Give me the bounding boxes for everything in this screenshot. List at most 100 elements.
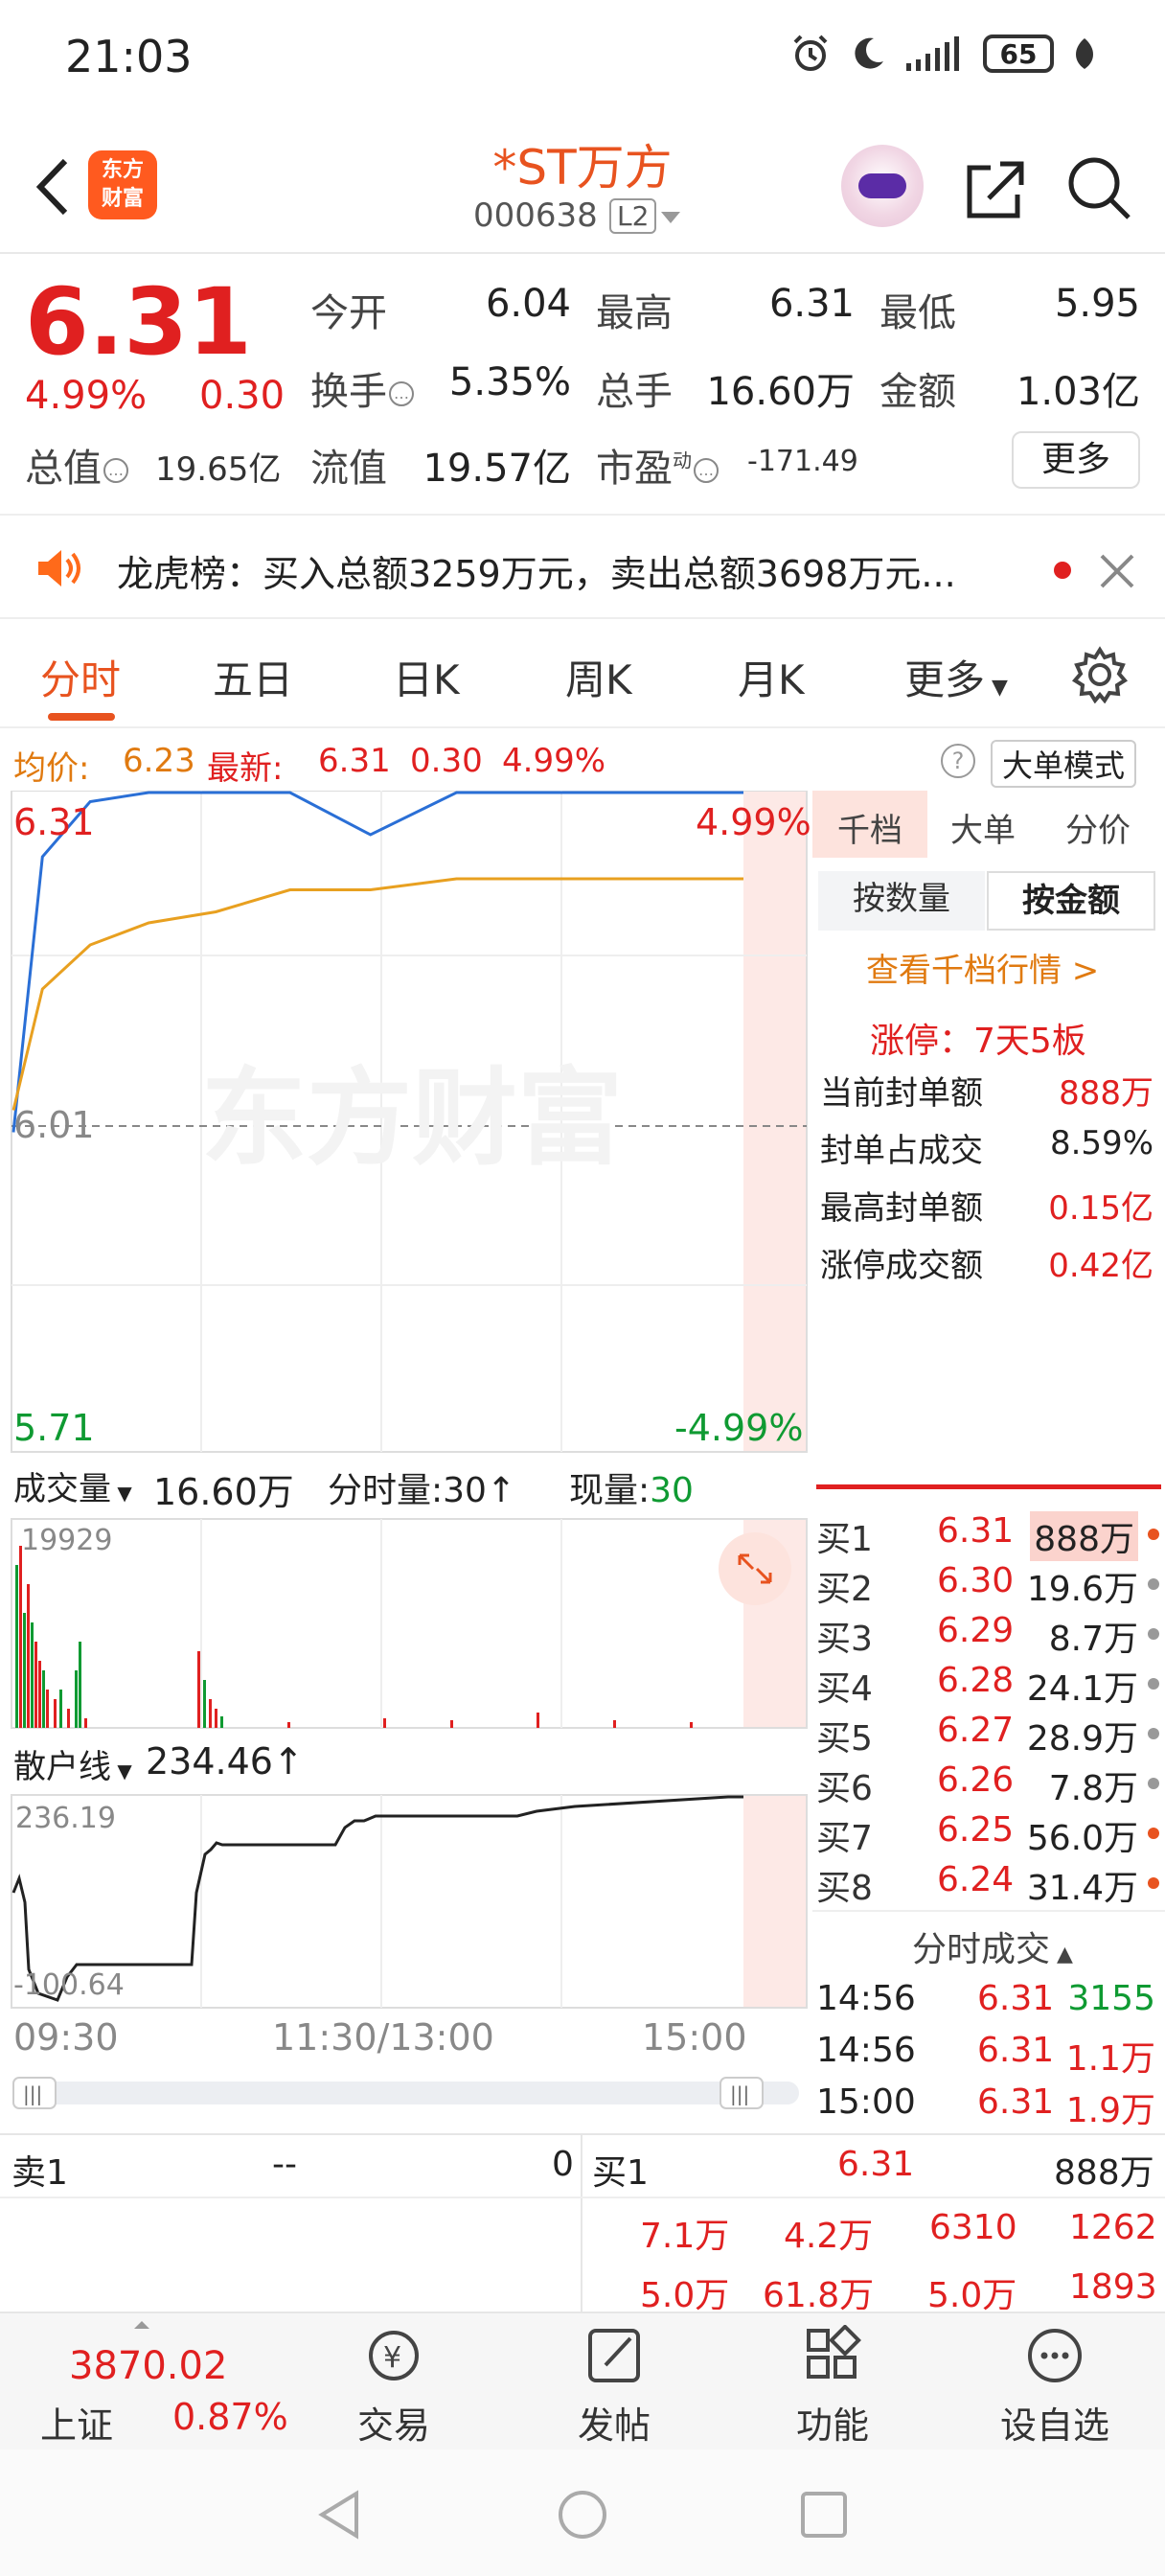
index-ticker[interactable]: 3870.02 上证 0.87%	[0, 2313, 288, 2451]
volume-selector[interactable]: 成交量 ▼	[13, 1462, 132, 1509]
time-label-noon: 11:30/13:00	[272, 2016, 494, 2058]
tab-five-day[interactable]: 五日	[213, 648, 293, 706]
retail-selector-label: 散户线	[13, 1748, 111, 1786]
bid-dot	[1148, 1728, 1159, 1739]
help-icon[interactable]: ?	[941, 744, 975, 778]
status-bar: 21:03 65	[0, 0, 1165, 115]
bid-row[interactable]: 买5 6.27 28.9万	[816, 1711, 1161, 1760]
level2-badge[interactable]: L2	[609, 198, 657, 234]
bid-row[interactable]: 买4 6.28 24.1万	[816, 1661, 1161, 1711]
bid-row[interactable]: 买8 6.24 31.4万	[816, 1860, 1161, 1910]
book-divider	[816, 1484, 1161, 1489]
volume-bar	[75, 1670, 78, 1728]
nav-home-icon[interactable]	[556, 2488, 609, 2542]
nav-functions[interactable]: 功能	[761, 2324, 904, 2449]
nav-post[interactable]: 发帖	[542, 2325, 686, 2449]
moon-icon	[855, 37, 883, 69]
big-order-mode-button[interactable]: 大单模式	[991, 740, 1137, 788]
summary-cell: 4.2万	[784, 2217, 874, 2256]
volume-label: 总手	[596, 370, 673, 414]
seg-by-quantity[interactable]: 按数量	[818, 871, 985, 931]
avg-price-bar: 均价: 6.23 最新: 6.31 0.30 4.99% ? 大单模式	[0, 736, 1165, 788]
high-label: 最高	[596, 291, 673, 335]
expand-up-icon	[134, 2321, 149, 2329]
more-button[interactable]: 更多	[1012, 431, 1140, 489]
alarm-icon	[793, 34, 828, 71]
bid-volume: 19.6万	[1026, 1570, 1138, 1609]
expand-button[interactable]	[719, 1532, 791, 1605]
tab-more[interactable]: 更多 ▼	[904, 648, 1008, 706]
float-value: 19.57亿	[423, 447, 571, 491]
volume-bar	[42, 1670, 45, 1728]
up-arrow-icon: ↑	[486, 1471, 516, 1510]
turnover-label[interactable]: 换手…	[310, 360, 414, 416]
collapse-icon[interactable]: ▲	[1050, 1943, 1073, 1966]
divider	[581, 2135, 582, 2313]
volume-bar	[54, 1699, 57, 1728]
bid-row[interactable]: 买2 6.30 19.6万	[816, 1561, 1161, 1611]
tab-big-order[interactable]: 大单	[950, 804, 1016, 851]
tick-price: 6.31	[977, 2031, 1055, 2070]
tab-intraday[interactable]: 分时	[40, 648, 121, 706]
mktcap-label-text: 总值	[25, 447, 102, 491]
nav-add-watchlist[interactable]: 设自选	[983, 2325, 1127, 2449]
volume-bar	[59, 1690, 62, 1728]
bid-row[interactable]: 买7 6.25 56.0万	[816, 1810, 1161, 1860]
nav-recents-icon[interactable]	[799, 2490, 849, 2540]
bid-row[interactable]: 买1 6.31 888万	[816, 1511, 1161, 1561]
info-icon[interactable]: …	[103, 458, 128, 483]
seg-by-amount[interactable]: 按金额	[987, 871, 1155, 931]
bid-volume: 8.7万	[1048, 1620, 1138, 1659]
system-nav-bar	[0, 2450, 1165, 2576]
search-icon[interactable]	[1065, 154, 1132, 221]
pe-label[interactable]: 市盈动…	[596, 437, 719, 493]
nav-trade[interactable]: ¥ 交易	[322, 2325, 466, 2449]
ticks-title[interactable]: 分时成交 ▲	[912, 1921, 1073, 1971]
index-name: 上证	[40, 2404, 114, 2447]
volume-bar	[209, 1699, 212, 1728]
bottom-nav: 3870.02 上证 0.87% ¥ 交易 发帖 功能 设自选	[0, 2312, 1165, 2450]
bid-row[interactable]: 买6 6.26 7.8万	[816, 1760, 1161, 1810]
tab-monthly-k[interactable]: 月K	[738, 648, 805, 706]
bid-dot	[1148, 1578, 1159, 1590]
tab-thousand-level[interactable]: 千档	[837, 804, 902, 851]
buy1-price: 6.31	[837, 2145, 915, 2184]
bid-level: 买6	[816, 1769, 873, 1808]
stock-code[interactable]: 000638	[473, 196, 598, 235]
info-icon[interactable]: …	[389, 381, 414, 406]
tab-price-distribution[interactable]: 分价	[1065, 804, 1131, 851]
gear-icon[interactable]	[1071, 646, 1129, 703]
share-icon[interactable]	[962, 156, 1029, 223]
mktcap-label[interactable]: 总值…	[25, 437, 128, 493]
tab-daily-k[interactable]: 日K	[393, 648, 460, 706]
retail-selector[interactable]: 散户线 ▼	[13, 1740, 132, 1787]
grip-icon: |||	[730, 2082, 749, 2105]
bid-row[interactable]: 买3 6.29 8.7万	[816, 1611, 1161, 1661]
avg-label: 均价:	[13, 749, 90, 788]
nav-functions-label: 功能	[795, 2404, 869, 2447]
code-dropdown-icon[interactable]	[661, 212, 680, 223]
latest-change-pct: 4.99%	[502, 742, 606, 780]
tick-volume: 1.1万	[1065, 2039, 1155, 2079]
seal-label: 涨停成交额	[820, 1247, 983, 1285]
speaker-icon	[38, 550, 80, 586]
volume-pane-frame	[11, 1518, 808, 1729]
seal-value: 0.42亿	[1048, 1247, 1154, 1285]
view-thousand-link[interactable]: 查看千档行情 >	[866, 944, 1099, 991]
ai-assistant-icon[interactable]	[841, 145, 924, 227]
after-hours-shade	[743, 791, 807, 1452]
seal-row: 封单占成交 8.59%	[820, 1124, 1161, 1171]
nav-back-icon[interactable]	[314, 2488, 364, 2542]
volume-bar	[19, 1546, 22, 1728]
notice-bar[interactable]: 龙虎榜：买入总额3259万元，卖出总额3698万元...	[0, 514, 1165, 619]
tab-weekly-k[interactable]: 周K	[565, 648, 632, 706]
retail-value-text: 234.46	[146, 1740, 273, 1782]
info-icon[interactable]: …	[694, 458, 719, 483]
intraday-chart[interactable]: 东方财富 ||| |||	[0, 791, 812, 2132]
bid-volume: 28.9万	[1026, 1719, 1138, 1759]
open-value: 6.04	[485, 282, 571, 326]
nav-add-watchlist-label: 设自选	[999, 2404, 1109, 2447]
grip-icon: |||	[23, 2082, 42, 2105]
time-scrollbar[interactable]	[13, 2082, 799, 2104]
close-icon[interactable]	[1096, 550, 1138, 592]
